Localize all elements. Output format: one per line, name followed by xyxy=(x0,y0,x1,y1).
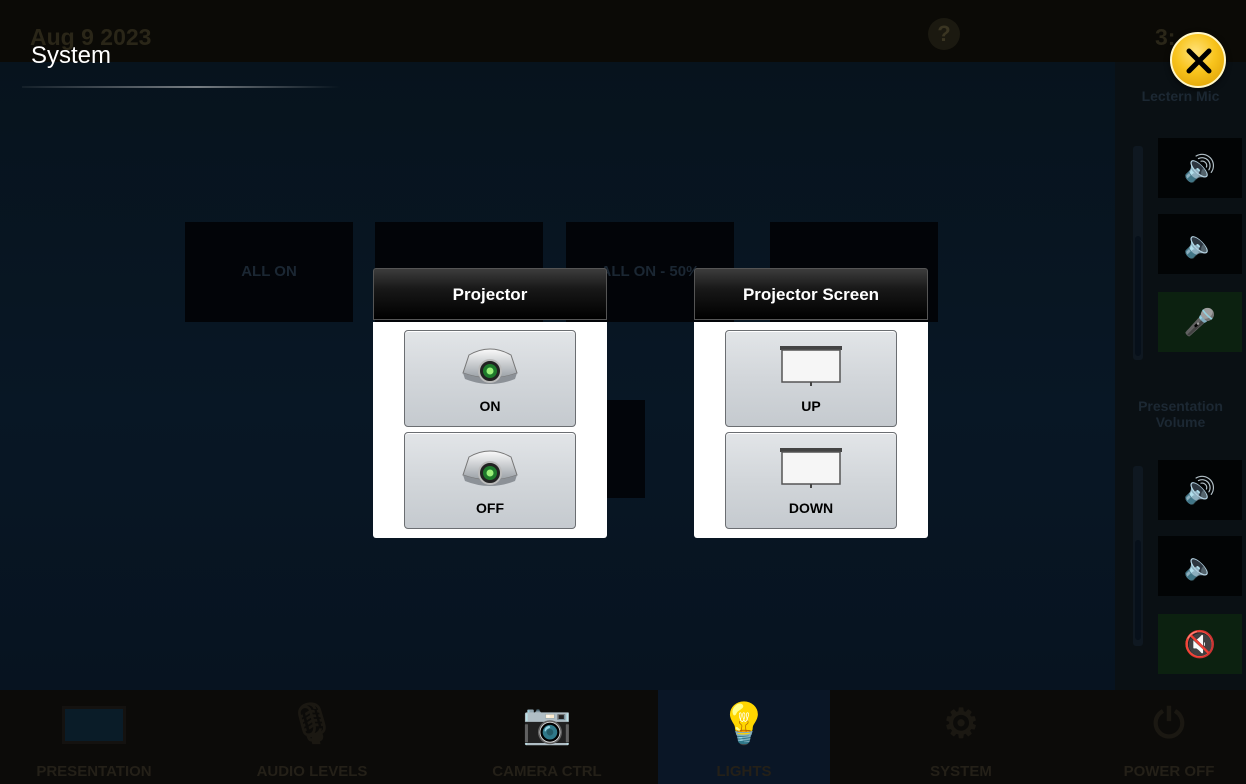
nav-camera-ctrl[interactable]: 📷 CAMERA CTRL xyxy=(436,690,658,784)
lectern-mic-volume-down-button[interactable]: 🔈 xyxy=(1158,214,1242,274)
touch-panel-screen: Aug 9 2023 ? 3: ALL ON ALL ON - 50% Lect… xyxy=(0,0,1246,784)
nav-system-label: SYSTEM xyxy=(930,763,992,780)
help-icon[interactable]: ? xyxy=(928,18,960,50)
presentation-volume-slider-fill xyxy=(1135,540,1141,640)
speaker-loud-icon: 🔊 xyxy=(1183,153,1217,183)
top-bar xyxy=(0,0,1246,62)
lighting-button-all-on[interactable]: ALL ON xyxy=(185,222,353,322)
projector-off-label: OFF xyxy=(476,500,504,516)
overlay-title: System xyxy=(31,42,112,69)
close-button[interactable] xyxy=(1170,32,1226,88)
nav-power-off-label: POWER OFF xyxy=(1123,763,1215,780)
screen-up-button[interactable]: UP xyxy=(725,330,897,427)
projection-screen-icon xyxy=(780,346,842,386)
nav-audio-levels-label: AUDIO LEVELS xyxy=(256,763,368,780)
speaker-icon: 🔈 xyxy=(1183,229,1217,259)
lectern-mic-mute-button[interactable]: 🎤 xyxy=(1158,292,1242,352)
gear-icon: ⚙ xyxy=(943,702,979,746)
close-icon xyxy=(1186,48,1212,74)
screen-down-button[interactable]: DOWN xyxy=(725,432,897,529)
microphone-icon: 🎤 xyxy=(1183,307,1217,337)
projector-off-button[interactable]: OFF xyxy=(404,432,576,529)
projector-screen-panel-body: UP DOWN xyxy=(694,322,928,538)
nav-power-off[interactable]: ⏻ POWER OFF xyxy=(1092,690,1246,784)
presentation-volume-down-button[interactable]: 🔈 xyxy=(1158,536,1242,596)
projection-screen-icon xyxy=(780,448,842,488)
projector-panel-header: Projector xyxy=(373,268,607,320)
projector-on-label: ON xyxy=(479,398,501,414)
speaker-mute-icon: 🔇 xyxy=(1183,629,1217,659)
projector-panel-body: ON OFF xyxy=(373,322,607,538)
screen-down-label: DOWN xyxy=(788,500,834,516)
lectern-mic-slider-fill xyxy=(1135,236,1141,356)
screen-up-label: UP xyxy=(801,398,821,414)
lectern-mic-volume-up-button[interactable]: 🔊 xyxy=(1158,138,1242,198)
microphone-icon: 🎙 xyxy=(286,702,338,746)
lectern-mic-label: Lectern Mic xyxy=(1141,88,1220,104)
nav-audio-levels[interactable]: 🎙 AUDIO LEVELS xyxy=(188,690,436,784)
projector-icon xyxy=(462,348,518,384)
power-icon: ⏻ xyxy=(1153,702,1185,746)
speaker-loud-icon: 🔊 xyxy=(1183,475,1217,505)
lightbulb-icon: 💡 xyxy=(719,702,769,746)
camera-icon: 📷 xyxy=(522,702,572,746)
presentation-volume-up-button[interactable]: 🔊 xyxy=(1158,460,1242,520)
projector-on-button[interactable]: ON xyxy=(404,330,576,427)
title-divider xyxy=(22,86,340,88)
presentation-mute-button[interactable]: 🔇 xyxy=(1158,614,1242,674)
presentation-volume-label: Presentation Volume xyxy=(1138,398,1223,430)
nav-presentation-label: PRESENTATION xyxy=(36,763,152,780)
projector-icon xyxy=(462,450,518,486)
nav-lights-label: LIGHTS xyxy=(716,763,772,780)
nav-lights[interactable]: 💡 LIGHTS xyxy=(658,690,830,784)
background-app: Aug 9 2023 ? 3: ALL ON ALL ON - 50% Lect… xyxy=(0,0,1246,784)
projector-screen-panel-header: Projector Screen xyxy=(694,268,928,320)
nav-camera-ctrl-label: CAMERA CTRL xyxy=(492,763,602,780)
speaker-icon: 🔈 xyxy=(1183,551,1217,581)
nav-presentation[interactable]: PRESENTATION xyxy=(0,690,188,784)
nav-system[interactable]: ⚙ SYSTEM xyxy=(830,690,1092,784)
monitor-icon xyxy=(62,706,126,744)
